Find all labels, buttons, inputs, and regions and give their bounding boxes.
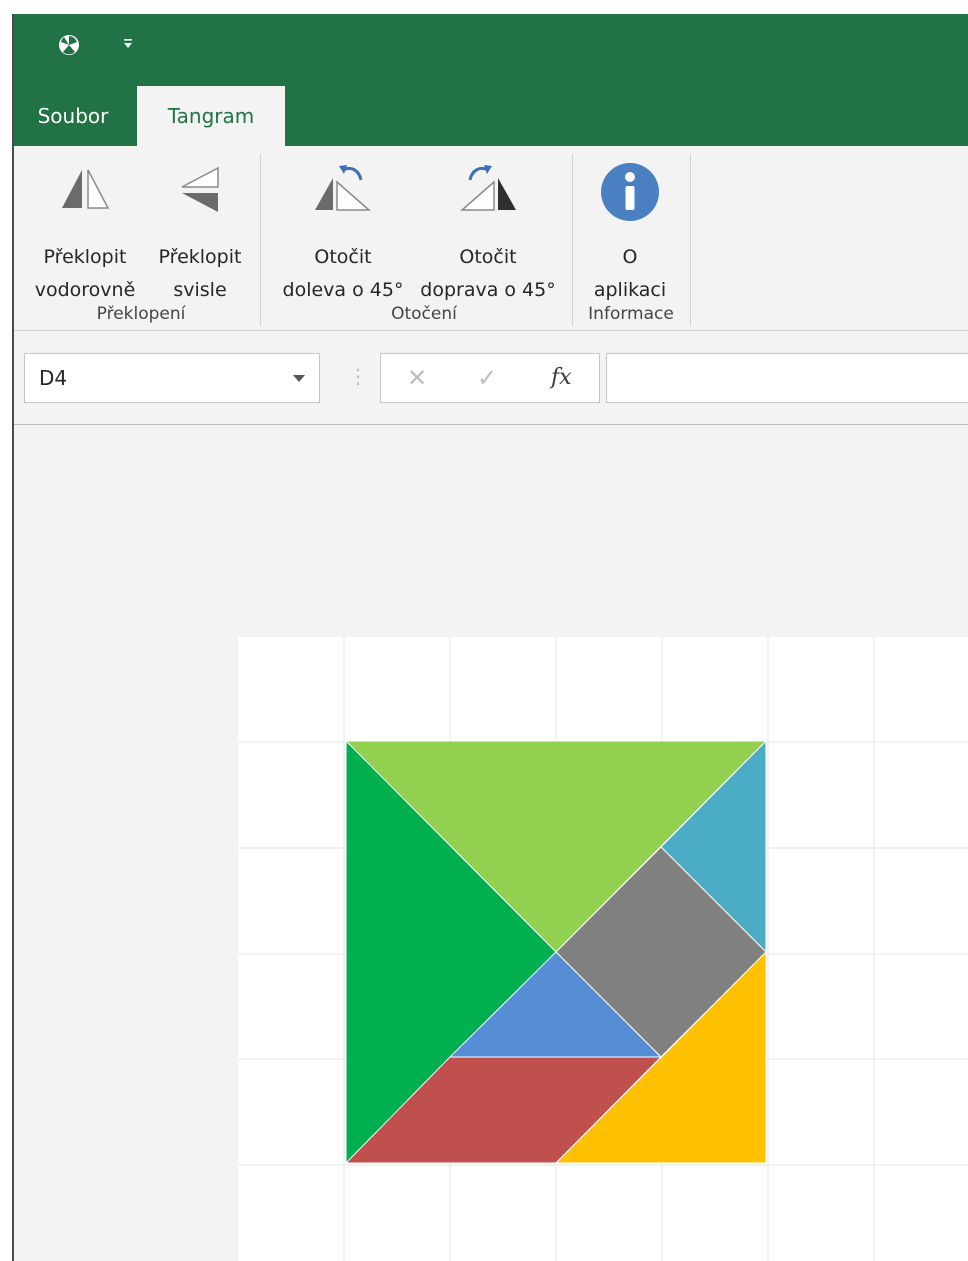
flip-horizontal-button[interactable]: Překlopit vodorovně — [24, 158, 146, 318]
name-box-value: D4 — [39, 366, 68, 390]
formula-bar-area: D4 ⋮ ✕ ✓ fx — [14, 331, 968, 435]
flip-horizontal-icon — [62, 169, 110, 209]
group-label-info: Informace — [588, 304, 674, 324]
rotate-right-label: Otočit doprava o 45° — [420, 246, 556, 301]
customize-quick-access-icon[interactable] — [123, 37, 133, 51]
info-icon — [601, 163, 659, 221]
chevron-down-icon[interactable] — [293, 375, 305, 382]
about-label: O aplikaci — [593, 246, 667, 301]
title-bar — [14, 14, 968, 86]
flip-vertical-icon — [181, 166, 219, 212]
confirm-icon[interactable]: ✓ — [477, 364, 497, 392]
rotate-right-button[interactable]: Otočit doprava o 45° — [414, 158, 562, 318]
name-box[interactable]: D4 — [24, 353, 320, 403]
rotate-left-button[interactable]: Otočit doleva o 45° — [272, 158, 414, 318]
worksheet-area[interactable] — [14, 425, 968, 1261]
flip-horizontal-label: Překlopit vodorovně — [34, 246, 136, 301]
insert-function-icon[interactable]: fx — [551, 365, 572, 390]
ribbon: Překlopit vodorovně Překlopit svisle Oto… — [14, 146, 968, 331]
excel-window: Soubor Tangram Překlopit vodorovně Překl… — [12, 14, 968, 1261]
formula-buttons: ✕ ✓ fx — [380, 353, 600, 403]
flip-vertical-button[interactable]: Překlopit svisle — [146, 158, 254, 318]
group-separator — [572, 154, 573, 326]
formula-input[interactable] — [606, 353, 968, 403]
tab-tangram[interactable]: Tangram — [137, 86, 285, 148]
more-options-icon[interactable]: ⋮ — [348, 366, 368, 386]
rotate-left-label: Otočit doleva o 45° — [282, 246, 404, 301]
group-label-flip: Překlopení — [96, 304, 186, 324]
ribbon-tab-bar: Soubor Tangram — [14, 86, 968, 148]
group-separator — [690, 154, 691, 326]
worksheet-grid[interactable] — [14, 425, 968, 1261]
group-label-rotate: Otočení — [391, 304, 457, 324]
tangram-puzzle — [344, 739, 768, 1165]
about-button[interactable]: O aplikaci — [574, 158, 686, 318]
group-separator — [260, 154, 261, 326]
flip-vertical-label: Překlopit svisle — [158, 246, 242, 301]
tab-soubor[interactable]: Soubor — [26, 86, 120, 146]
cancel-icon[interactable]: ✕ — [407, 364, 427, 392]
rotate-left-icon — [315, 165, 371, 211]
rotate-right-icon — [460, 165, 516, 211]
app-logo-icon[interactable] — [58, 34, 80, 56]
